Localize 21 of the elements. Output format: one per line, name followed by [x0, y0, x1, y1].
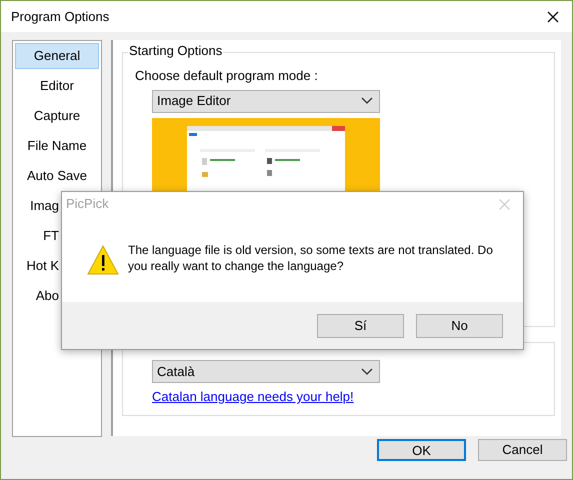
sidebar-item[interactable]: Auto Save: [15, 163, 99, 189]
group-title: Starting Options: [128, 44, 224, 57]
close-icon[interactable]: [547, 10, 559, 22]
window-title: Program Options: [11, 8, 110, 26]
no-button[interactable]: No: [416, 314, 503, 338]
field-label: Choose default program mode :: [135, 67, 319, 85]
dialog-message: The language file is old version, so some texts are not translated. Do you really want to change the language?: [128, 242, 494, 274]
dropdown[interactable]: Image Editor: [152, 90, 380, 112]
ok-button[interactable]: OK: [377, 439, 466, 461]
cancel-button[interactable]: Cancel: [478, 439, 567, 461]
yes-button[interactable]: Sí: [317, 314, 404, 338]
sidebar-item[interactable]: File Name: [15, 133, 99, 159]
dropdown[interactable]: Català: [152, 360, 380, 383]
dialog-title: PicPick: [66, 195, 109, 214]
sidebar-item[interactable]: Editor: [15, 73, 99, 99]
help-link[interactable]: Catalan language needs your help!: [152, 387, 354, 406]
sidebar-item[interactable]: General: [15, 43, 99, 69]
chevron-down-icon: [361, 97, 373, 105]
chevron-down-icon: [361, 368, 373, 376]
sidebar-item[interactable]: Capture: [15, 103, 99, 129]
warning-icon: [87, 245, 119, 275]
